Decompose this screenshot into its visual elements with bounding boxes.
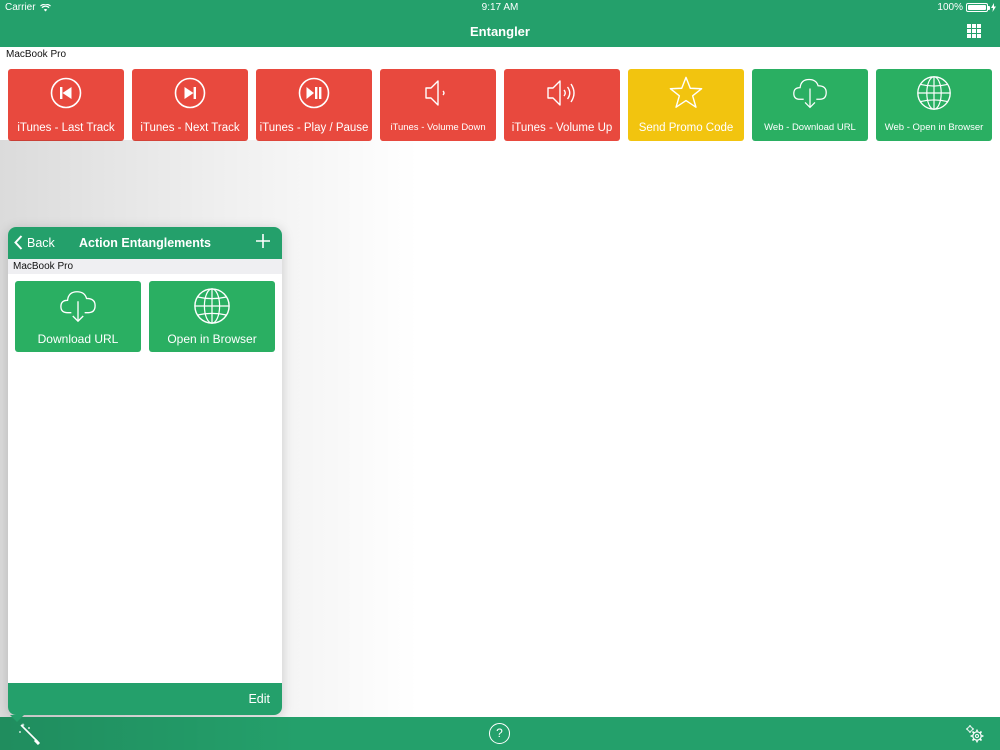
battery-percent: 100% [937,2,963,13]
next-track-icon [172,75,208,111]
tile-label: iTunes - Volume Up [511,122,613,134]
app-title: Entangler [470,24,530,39]
tile-label: Download URL [37,332,119,346]
popover-header: Back Action Entanglements [8,227,282,259]
tile-itunes-play-pause[interactable]: iTunes - Play / Pause [256,69,372,141]
tile-web-open-in-browser[interactable]: Web - Open in Browser [876,69,992,141]
device-section-label: MacBook Pro [6,49,67,60]
tile-label: iTunes - Volume Down [390,122,486,133]
volume-up-icon [544,75,580,111]
tile-label: iTunes - Next Track [140,122,240,134]
add-button[interactable] [256,232,270,252]
magic-wand-icon[interactable] [18,723,44,750]
tile-web-download-url[interactable]: Web - Download URL [752,69,868,141]
star-icon [668,75,704,111]
tile-label: iTunes - Play / Pause [259,122,369,134]
popover-section-label: MacBook Pro [8,259,282,274]
globe-icon [916,75,952,111]
popover-tiles: Download URL Open in Browser [15,281,275,352]
tile-label: Web - Download URL [764,122,856,133]
battery-icon [966,3,990,12]
navigation-bar: Carrier 9:17 AM 100% Entangler [0,0,1000,47]
previous-track-icon [48,75,84,111]
cloud-download-icon [59,287,97,325]
charging-icon [991,3,996,12]
bottom-toolbar: ? [0,715,1000,750]
toolbar-shade [0,717,300,750]
status-battery: 100% [937,2,996,13]
popover-footer: Edit [8,683,282,715]
plus-icon [256,234,270,248]
tile-label: Send Promo Code [638,122,734,134]
tile-send-promo-code[interactable]: Send Promo Code [628,69,744,141]
tile-itunes-volume-down[interactable]: iTunes - Volume Down [380,69,496,141]
tile-download-url[interactable]: Download URL [15,281,141,352]
play-pause-icon [296,75,332,111]
globe-icon [193,287,231,325]
popover-title: Action Entanglements [79,236,211,250]
volume-down-icon [420,75,456,111]
action-entanglements-popover: Back Action Entanglements MacBook Pro Do… [8,227,282,715]
tile-itunes-volume-up[interactable]: iTunes - Volume Up [504,69,620,141]
tile-label: Open in Browser [167,332,257,346]
edit-button[interactable]: Edit [248,692,270,706]
tile-itunes-next-track[interactable]: iTunes - Next Track [132,69,248,141]
tile-itunes-last-track[interactable]: iTunes - Last Track [8,69,124,141]
action-tiles: iTunes - Last Track iTunes - Next Track … [8,69,992,141]
status-time: 9:17 AM [481,2,519,13]
cloud-download-icon [792,75,828,111]
help-button[interactable]: ? [489,723,510,744]
popover-arrow [10,715,24,722]
tile-label: iTunes - Last Track [17,122,115,134]
settings-gears-icon[interactable] [965,724,985,749]
tile-label: Web - Open in Browser [884,122,984,133]
tile-open-in-browser[interactable]: Open in Browser [149,281,275,352]
grid-menu-icon[interactable] [967,24,981,38]
